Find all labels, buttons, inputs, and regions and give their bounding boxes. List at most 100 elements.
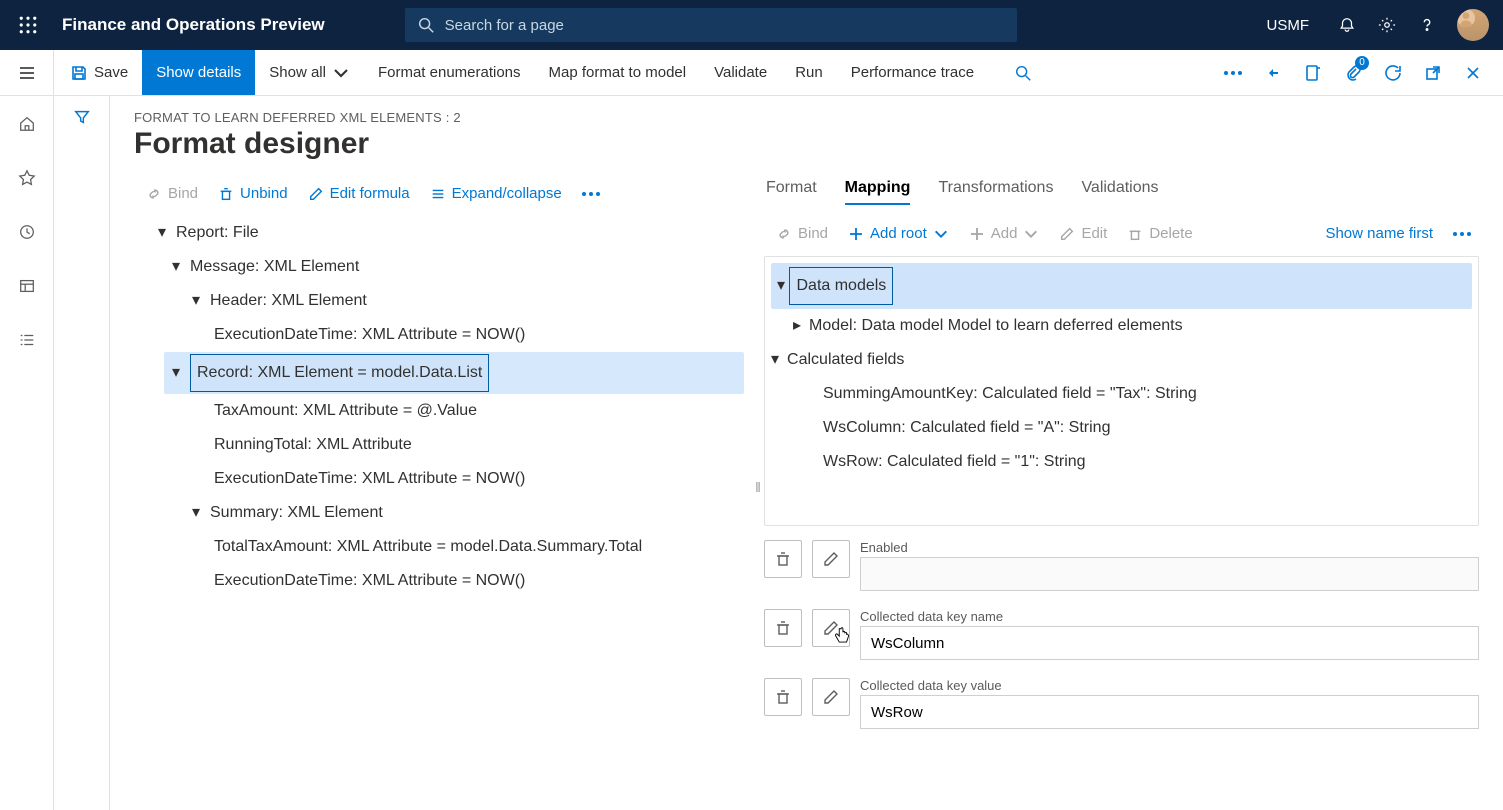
show-all-button[interactable]: Show all xyxy=(255,50,364,95)
nav-rail xyxy=(0,96,54,810)
map-format-to-model-button[interactable]: Map format to model xyxy=(535,50,701,95)
save-label: Save xyxy=(94,64,128,81)
home-icon[interactable] xyxy=(11,108,43,140)
tab-format[interactable]: Format xyxy=(766,179,817,205)
tree-item[interactable]: TotalTaxAmount: XML Attribute = model.Da… xyxy=(134,530,744,564)
search-icon xyxy=(1014,64,1032,82)
property-grid: Enabled Collected data key name xyxy=(764,540,1479,729)
more-icon[interactable] xyxy=(1213,50,1253,96)
command-search-button[interactable] xyxy=(1000,50,1046,95)
splitter-handle[interactable]: ‖ xyxy=(754,475,762,499)
tree-item[interactable]: ▸Model: Data model Model to learn deferr… xyxy=(771,309,1472,343)
tree-item-selected[interactable]: ▾ Data models xyxy=(771,263,1472,309)
prop-label: Collected data key value xyxy=(860,678,1479,693)
edit-formula-button[interactable]: Edit formula xyxy=(300,181,418,206)
performance-trace-button[interactable]: Performance trace xyxy=(837,50,988,95)
property-row-keyname: Collected data key name xyxy=(764,609,1479,660)
tree-item[interactable]: ExecutionDateTime: XML Attribute = NOW() xyxy=(134,564,744,598)
property-row-keyvalue: Collected data key value xyxy=(764,678,1479,729)
tab-validations[interactable]: Validations xyxy=(1081,179,1158,205)
tree-item[interactable]: ▾Message: XML Element xyxy=(134,250,744,284)
filter-icon[interactable] xyxy=(73,108,91,810)
waffle-icon[interactable] xyxy=(14,11,42,39)
modules-icon[interactable] xyxy=(11,324,43,356)
help-icon[interactable] xyxy=(1407,5,1447,45)
add-button[interactable]: Add xyxy=(961,221,1048,246)
tree-item[interactable]: ▾Calculated fields xyxy=(771,343,1472,377)
tree-item[interactable]: RunningTotal: XML Attribute xyxy=(134,428,744,462)
trash-icon xyxy=(218,186,234,202)
cursor-hand-icon xyxy=(831,626,853,648)
more-actions-button[interactable] xyxy=(574,188,608,200)
plus-icon xyxy=(848,226,864,242)
tree-item[interactable]: ExecutionDateTime: XML Attribute = NOW() xyxy=(134,462,744,496)
mapping-delete-button[interactable]: Delete xyxy=(1119,221,1200,246)
page-title: Format designer xyxy=(134,127,1479,161)
save-button[interactable]: Save xyxy=(56,50,142,95)
mapping-more-button[interactable] xyxy=(1445,228,1479,240)
tab-transformations[interactable]: Transformations xyxy=(938,179,1053,205)
notifications-icon[interactable] xyxy=(1327,5,1367,45)
format-tree-pane: Bind Unbind Edit formula Expand/collapse… xyxy=(134,175,744,810)
tree-item[interactable]: ExecutionDateTime: XML Attribute = NOW() xyxy=(134,318,744,352)
connector-icon[interactable] xyxy=(1253,50,1293,96)
tree-item[interactable]: WsRow: Calculated field = "1": String xyxy=(771,445,1472,479)
unbind-button[interactable]: Unbind xyxy=(210,181,296,206)
validate-button[interactable]: Validate xyxy=(700,50,781,95)
close-icon[interactable] xyxy=(1453,50,1493,96)
prop-edit-icon[interactable] xyxy=(812,678,850,716)
filter-pane xyxy=(54,96,110,810)
hamburger-icon[interactable] xyxy=(0,50,54,96)
list-icon xyxy=(430,186,446,202)
search-placeholder: Search for a page xyxy=(445,17,564,34)
add-root-button[interactable]: Add root xyxy=(840,221,957,246)
tree-item[interactable]: ▾Report: File xyxy=(134,216,744,250)
tab-mapping[interactable]: Mapping xyxy=(845,179,911,205)
prop-label: Enabled xyxy=(860,540,1479,555)
company-code[interactable]: USMF xyxy=(1267,17,1310,34)
bind-button[interactable]: Bind xyxy=(138,181,206,206)
user-avatar[interactable] xyxy=(1457,9,1489,41)
mapping-edit-button[interactable]: Edit xyxy=(1051,221,1115,246)
popout-icon[interactable] xyxy=(1413,50,1453,96)
tree-item[interactable]: TaxAmount: XML Attribute = @.Value xyxy=(134,394,744,428)
mapping-pane: ‖ Format Mapping Transformations Validat… xyxy=(764,175,1479,810)
prop-input-enabled[interactable] xyxy=(860,557,1479,591)
run-button[interactable]: Run xyxy=(781,50,837,95)
tree-item[interactable]: ▾Header: XML Element xyxy=(134,284,744,318)
prop-input-keyname[interactable] xyxy=(860,626,1479,660)
chevron-down-icon xyxy=(1023,226,1039,242)
mapping-bind-button[interactable]: Bind xyxy=(768,221,836,246)
office-icon[interactable] xyxy=(1293,50,1333,96)
show-name-first-link[interactable]: Show name first xyxy=(1317,221,1441,246)
prop-edit-icon[interactable] xyxy=(812,540,850,578)
format-tree: ▾Report: File ▾Message: XML Element ▾Hea… xyxy=(134,216,744,598)
prop-delete-icon[interactable] xyxy=(764,540,802,578)
chevron-down-icon xyxy=(933,226,949,242)
prop-label: Collected data key name xyxy=(860,609,1479,624)
tree-item[interactable]: ▾Summary: XML Element xyxy=(134,496,744,530)
prop-edit-icon[interactable] xyxy=(812,609,850,647)
prop-input-keyvalue[interactable] xyxy=(860,695,1479,729)
prop-delete-icon[interactable] xyxy=(764,678,802,716)
refresh-icon[interactable] xyxy=(1373,50,1413,96)
show-details-label: Show details xyxy=(156,64,241,81)
recent-icon[interactable] xyxy=(11,216,43,248)
format-enumerations-button[interactable]: Format enumerations xyxy=(364,50,535,95)
show-details-button[interactable]: Show details xyxy=(142,50,255,95)
workspaces-icon[interactable] xyxy=(11,270,43,302)
tree-item[interactable]: SummingAmountKey: Calculated field = "Ta… xyxy=(771,377,1472,411)
breadcrumb: FORMAT TO LEARN DEFERRED XML ELEMENTS : … xyxy=(134,110,1479,125)
settings-icon[interactable] xyxy=(1367,5,1407,45)
prop-delete-icon[interactable] xyxy=(764,609,802,647)
attachments-icon[interactable]: 0 xyxy=(1333,50,1373,96)
favorites-icon[interactable] xyxy=(11,162,43,194)
expand-collapse-button[interactable]: Expand/collapse xyxy=(422,181,570,206)
tree-item[interactable]: WsColumn: Calculated field = "A": String xyxy=(771,411,1472,445)
attachments-badge: 0 xyxy=(1355,56,1369,70)
tree-item-selected[interactable]: ▾Record: XML Element = model.Data.List xyxy=(164,352,744,394)
trash-icon xyxy=(1127,226,1143,242)
save-icon xyxy=(70,64,88,82)
content: FORMAT TO LEARN DEFERRED XML ELEMENTS : … xyxy=(110,96,1503,810)
global-search[interactable]: Search for a page xyxy=(405,8,1017,42)
